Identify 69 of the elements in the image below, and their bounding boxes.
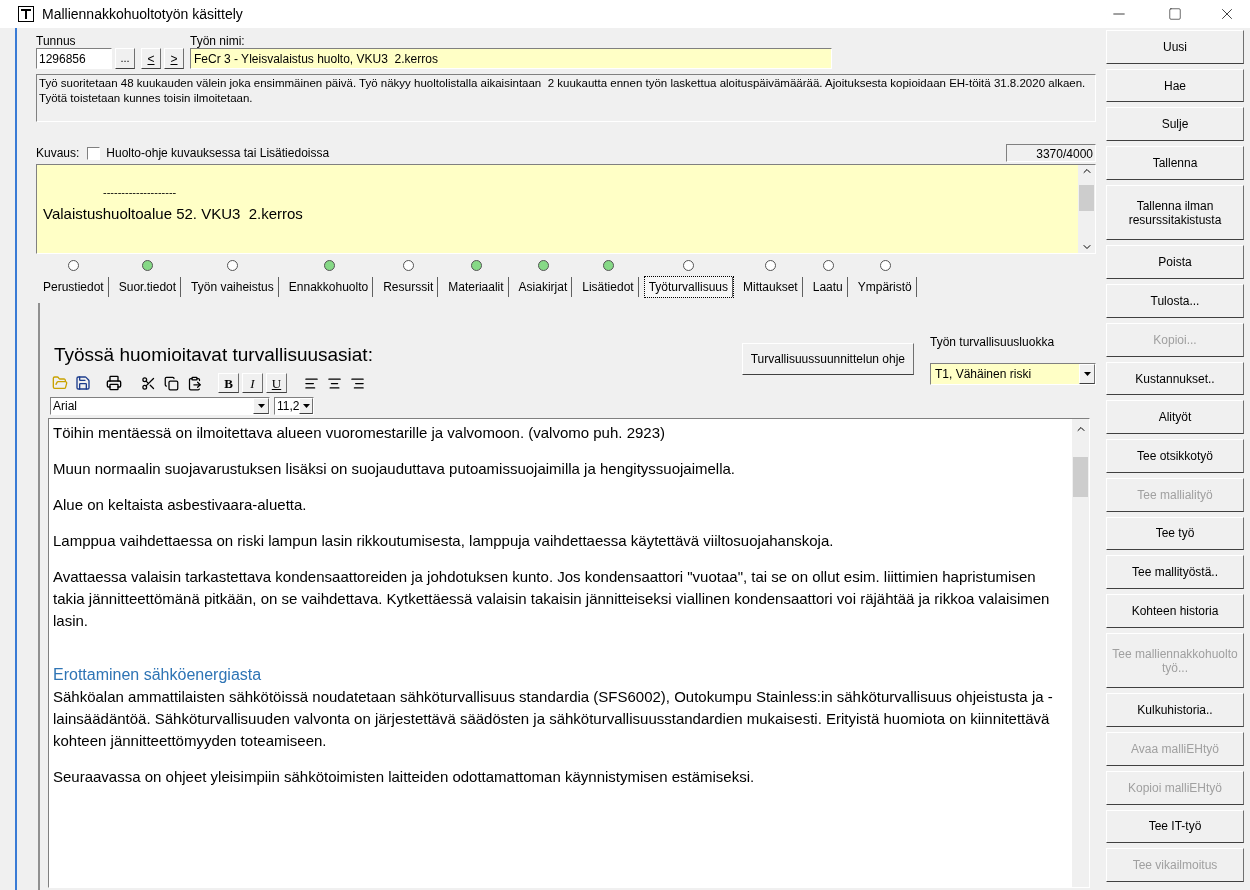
action-button[interactable]: Hae xyxy=(1106,68,1244,103)
action-button[interactable]: Alityöt xyxy=(1106,400,1244,435)
checkbox-label[interactable]: Huolto-ohje kuvauksessa tai Lisätiedoissa xyxy=(106,144,330,162)
tab[interactable]: Mittaukset xyxy=(739,277,803,297)
format-button[interactable]: I xyxy=(242,373,263,393)
description-text: Valaistushuoltoalue 52. VKU3 2.kerros xyxy=(43,204,304,224)
scroll-thumb[interactable] xyxy=(1079,185,1094,211)
paragraph: Lamppua vaihdettaessa on riski lampun lasin rikkoutumisesta, lamppuja vaihdettaessa käytettävä viiltosuojahanskoja. xyxy=(53,531,835,551)
separator-text: -------------------- xyxy=(102,185,178,199)
font-size-select[interactable]: 11,2 xyxy=(274,397,314,415)
tab[interactable]: Perustiedot xyxy=(39,277,109,297)
safety-class-label: Työn turvallisuusluokka xyxy=(930,334,1055,351)
format-button[interactable]: U xyxy=(266,373,287,393)
dropdown-icon[interactable] xyxy=(299,398,313,414)
previous-button[interactable]: < xyxy=(141,48,161,69)
next-button[interactable]: > xyxy=(164,48,184,69)
paragraph: Alue on keltaista asbestivaara-aluetta. xyxy=(53,495,308,515)
app-icon xyxy=(18,6,34,22)
work-name-field[interactable]: FeCr 3 - Yleisvalaistus huolto, VKU3 2.kerros xyxy=(190,48,832,69)
scrollbar[interactable] xyxy=(1072,419,1089,887)
action-button[interactable]: Tee työ xyxy=(1106,516,1244,551)
print-icon[interactable] xyxy=(104,373,124,393)
paragraph: Muun normaalin suojavarustuksen lisäksi on suojauduttava putoamissuojaimilla ja hengityssuojaimella. xyxy=(53,459,737,479)
tab[interactable]: Ennakkohuolto xyxy=(284,277,374,297)
action-button[interactable]: Poista xyxy=(1106,245,1244,280)
tab[interactable]: Työturvallisuus xyxy=(644,277,733,297)
schedule-text: Työ suoritetaan 48 kuukauden välein joka ensimmäinen päivä. Työ näkyy huoltolistalla aikaisintaan 2 kuukautta ennen työn laskettua aloituspäivämäärää. Ajoituksesta kopioidaan EH-töitä 31.8.2020 alkaen. Työtä toistetaan kunnes toisin ilmoitetaan. xyxy=(36,74,1096,122)
action-button[interactable]: Tallenna ilman resurssitakistusta xyxy=(1106,184,1244,241)
action-button[interactable]: Kustannukset.. xyxy=(1106,361,1244,396)
tab[interactable]: Työn vaiheistus xyxy=(187,277,279,297)
scrollbar[interactable] xyxy=(1078,165,1095,253)
browse-button[interactable]: ... xyxy=(115,48,135,69)
description-label: Kuvaus: xyxy=(36,145,80,162)
section-heading: Työssä huomioitavat turvallisuusasiat: xyxy=(54,342,373,367)
action-button[interactable]: Tee otsikkotyö xyxy=(1106,439,1244,473)
id-field[interactable]: 1296856 xyxy=(36,48,112,69)
paragraph: Seuraavassa on ohjeet yleisimpiin sähkötoimisten laitteiden odottamattoman käynnistymisen estämiseksi. xyxy=(53,767,756,787)
tab[interactable]: Asiakirjat xyxy=(514,277,573,297)
character-counter: 3370/4000 xyxy=(1006,144,1096,162)
section-title: Erottaminen sähköenergiasta xyxy=(53,665,263,685)
paragraph: Sähköalan ammattilaisten sähkötöissä noudatetaan sähköturvallisuus standardia (SFS6002), Outokumpu Stainless:in sähköturvallisuus ohjeistusta ja -lainsäädäntöä. Sähköturvallisuuden valvonta on järjestettävä säädösten ja sähköturvallisuusstandardien mukaisesti. Erityistä huomiota on kiinnitettävä kohteen jännitteettömyyden toteamiseen. xyxy=(53,687,1054,751)
guide-button[interactable]: Turvallisuussuunnittelun ohje xyxy=(741,343,914,375)
dropdown-icon[interactable] xyxy=(253,398,269,414)
work-name-label: Työn nimi: xyxy=(190,33,246,48)
tab[interactable]: Suor.tiedot xyxy=(114,277,182,297)
checkbox[interactable] xyxy=(87,146,101,160)
tab[interactable]: Materiaalit xyxy=(444,277,509,297)
font-select[interactable]: Arial xyxy=(50,397,270,415)
format-button[interactable]: B xyxy=(218,373,239,393)
save-icon[interactable] xyxy=(73,373,93,393)
action-button[interactable]: Kulkuhistoria.. xyxy=(1106,693,1244,728)
action-button[interactable]: Tallenna xyxy=(1106,146,1244,180)
action-button[interactable]: Tee IT-työ xyxy=(1106,809,1244,844)
action-button[interactable]: Tulosta... xyxy=(1106,284,1244,318)
action-button[interactable]: Uusi xyxy=(1106,30,1244,64)
tab[interactable]: Laatu xyxy=(808,277,848,297)
tab[interactable]: Resurssit xyxy=(379,277,439,297)
tab[interactable]: Lisätiedot xyxy=(578,277,639,297)
action-button[interactable]: Sulje xyxy=(1106,107,1244,142)
action-button[interactable]: Tee mallityöstä.. xyxy=(1106,555,1244,590)
action-button[interactable]: Kohteen historia xyxy=(1106,594,1244,628)
id-label: Tunnus xyxy=(36,33,77,48)
paragraph: Avattaessa valaisin tarkastettava kondensaattoreiden ja johdotuksen kunto. Jos kondensaattori "vuotaa", tai se on ollut esim. liittimien hapristumisen takia jännitteettömänä pitkään, on se vaihdettava. Kytkettäessä valaisin takaisin jännitteiseksi viallinen kondensaattori voi räjähtää ja rikkoa valaisimen lasin. xyxy=(53,567,1051,631)
tab[interactable]: Ympäristö xyxy=(853,277,917,297)
safety-class-select[interactable]: T1, Vähäinen riski xyxy=(930,363,1096,385)
paragraph: Töihin mentäessä on ilmoitettava alueen vuoromestarille ja valvomoon. (valvomo puh. 2923) xyxy=(53,423,666,443)
dropdown-icon[interactable] xyxy=(1079,364,1095,384)
window-title: Malliennakkohuoltotyön käsittely xyxy=(42,4,243,24)
scroll-thumb[interactable] xyxy=(1073,457,1088,497)
